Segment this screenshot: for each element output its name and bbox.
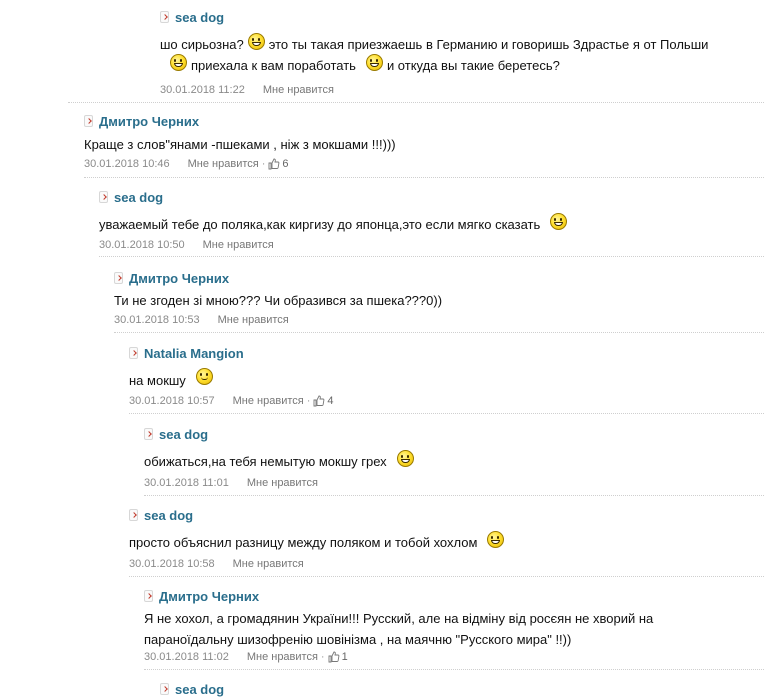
comment-meta: 30.01.2018 10:50 Мне нравится <box>99 239 274 251</box>
author-link[interactable]: Дмитро Черних <box>129 271 229 286</box>
reply-arrow-icon <box>144 590 153 602</box>
comment-text-part: шо сирьозна? <box>160 37 244 52</box>
comment-header: Дмитро Черних <box>84 112 199 130</box>
author-link[interactable]: Natalia Mangion <box>144 346 244 361</box>
comment-text: Я не хохол, а громадянин України!!! Русс… <box>144 608 653 650</box>
comment-text-line: параноїдальну шизофренію шовінізма , на … <box>144 632 572 647</box>
like-separator: · <box>320 651 325 663</box>
comment-text-line: Я не хохол, а громадянин України!!! Русс… <box>144 611 654 626</box>
smiley-icon <box>247 33 265 51</box>
comment: Дмитро Черних Краще з слов"янами -пшекам… <box>84 110 764 178</box>
comment-text: шо сирьозна? это ты такая приезжаешь в Ге… <box>160 33 709 76</box>
comment-text: просто объяснил разницу между поляком и … <box>129 531 508 553</box>
author-link[interactable]: Дмитро Черних <box>159 589 259 604</box>
comment: sea dog обижаться,на тебя немытую мокшу … <box>144 423 764 496</box>
thumbs-up-icon <box>328 651 339 663</box>
comment-text-part: приехала к вам поработать <box>191 58 356 73</box>
reply-arrow-icon <box>99 191 108 203</box>
comment-date: 30.01.2018 10:50 <box>99 239 185 251</box>
author-link[interactable]: sea dog <box>144 508 193 523</box>
reply-arrow-icon <box>160 11 169 23</box>
comment-date: 30.01.2018 10:53 <box>114 314 200 326</box>
reply-arrow-icon <box>160 683 169 695</box>
smiley-icon <box>396 450 414 468</box>
comment-date: 30.01.2018 11:01 <box>144 477 229 489</box>
like-button[interactable]: Мне нравится <box>247 477 318 489</box>
comment-header: Natalia Mangion <box>129 344 244 362</box>
reply-arrow-icon <box>144 428 153 440</box>
comment-text-part: обижаться,на тебя немытую мокшу грех <box>144 454 387 469</box>
comment-text-part: это ты такая приезжаешь в Германию и гов… <box>268 37 709 52</box>
comment-text-part: и откуда вы такие беретесь? <box>386 58 560 73</box>
like-count: 1 <box>341 651 348 663</box>
comment-date: 30.01.2018 10:46 <box>84 158 170 170</box>
smiley-icon <box>365 54 383 72</box>
comment-text-part: просто объяснил разницу между поляком и … <box>129 535 478 550</box>
comment: sea dog <box>160 678 764 698</box>
comment-text: обижаться,на тебя немытую мокшу грех <box>144 450 418 472</box>
comment-meta: 30.01.2018 11:22 Мне нравится <box>160 84 334 96</box>
smiley-icon <box>487 531 505 549</box>
author-link[interactable]: sea dog <box>159 427 208 442</box>
comment-meta: 30.01.2018 10:53 Мне нравится <box>114 314 289 326</box>
comment-date: 30.01.2018 10:58 <box>129 558 215 570</box>
smiley-icon <box>195 368 213 386</box>
author-link[interactable]: Дмитро Черних <box>99 114 199 129</box>
comment: sea dog уважаемый тебе до поляка,как кир… <box>99 186 764 257</box>
like-button[interactable]: Мне нравится <box>233 558 304 570</box>
thumbs-up-icon <box>268 158 280 170</box>
comment: Дмитро Черних Ти не згоден зі мною??? Чи… <box>114 267 764 333</box>
reply-arrow-icon <box>114 272 123 284</box>
like-count: 4 <box>327 395 334 407</box>
comment-text: Краще з слов"янами -пшеками , ніж з мокш… <box>84 137 396 152</box>
reply-arrow-icon <box>84 115 93 127</box>
comment-header: sea dog <box>144 425 208 443</box>
comment: Natalia Mangion на мокшу 30.01.2018 10:5… <box>129 342 764 414</box>
thumbs-up-icon <box>313 395 325 407</box>
comment-meta: 30.01.2018 11:02 Мне нравится · 1 <box>144 651 348 663</box>
like-button[interactable]: Мне нравится <box>218 314 289 326</box>
author-link[interactable]: sea dog <box>175 682 224 697</box>
like-button[interactable]: Мне нравится <box>263 84 334 96</box>
comment-meta: 30.01.2018 10:57 Мне нравится · 4 <box>129 395 334 407</box>
comment-date: 30.01.2018 11:02 <box>144 651 229 663</box>
like-count: 6 <box>282 158 289 170</box>
like-separator: · <box>261 158 266 170</box>
comment: sea dog просто объяснил разницу между по… <box>129 504 764 577</box>
comment-header: sea dog <box>160 680 224 698</box>
comment-text: Ти не згоден зі мною??? Чи образився за … <box>114 293 443 308</box>
comment-meta: 30.01.2018 11:01 Мне нравится <box>144 477 318 489</box>
like-button[interactable]: Мне нравится <box>203 239 274 251</box>
comment-header: Дмитро Черних <box>114 269 229 287</box>
like-separator: · <box>306 395 311 407</box>
comment-header: sea dog <box>99 188 163 206</box>
reply-arrow-icon <box>129 347 138 359</box>
smiley-icon <box>170 54 187 72</box>
author-link[interactable]: sea dog <box>175 10 224 25</box>
smiley-icon <box>550 213 568 231</box>
comment-header: sea dog <box>160 8 224 26</box>
comment: Дмитро Черних Я не хохол, а громадянин У… <box>144 585 764 670</box>
comment-header: sea dog <box>129 506 193 524</box>
comment-meta: 30.01.2018 10:58 Мне нравится <box>129 558 304 570</box>
comment-header: Дмитро Черних <box>144 587 259 605</box>
comment-text: уважаемый тебе до поляка,как киргизу до … <box>99 213 571 235</box>
author-link[interactable]: sea dog <box>114 190 163 205</box>
comment-text-part: уважаемый тебе до поляка,как киргизу до … <box>99 217 541 232</box>
comment-meta: 30.01.2018 10:46 Мне нравится · 6 <box>84 158 289 170</box>
comment: sea dog шо сирьозна? это ты такая приезжа… <box>68 6 764 103</box>
like-button[interactable]: Мне нравится <box>188 158 259 170</box>
comment-text-part: на мокшу <box>129 373 186 388</box>
comment-text: на мокшу <box>129 368 217 391</box>
like-button[interactable]: Мне нравится <box>233 395 304 407</box>
comment-date: 30.01.2018 11:22 <box>160 84 245 96</box>
comment-date: 30.01.2018 10:57 <box>129 395 215 407</box>
reply-arrow-icon <box>129 509 138 521</box>
like-button[interactable]: Мне нравится <box>247 651 318 663</box>
